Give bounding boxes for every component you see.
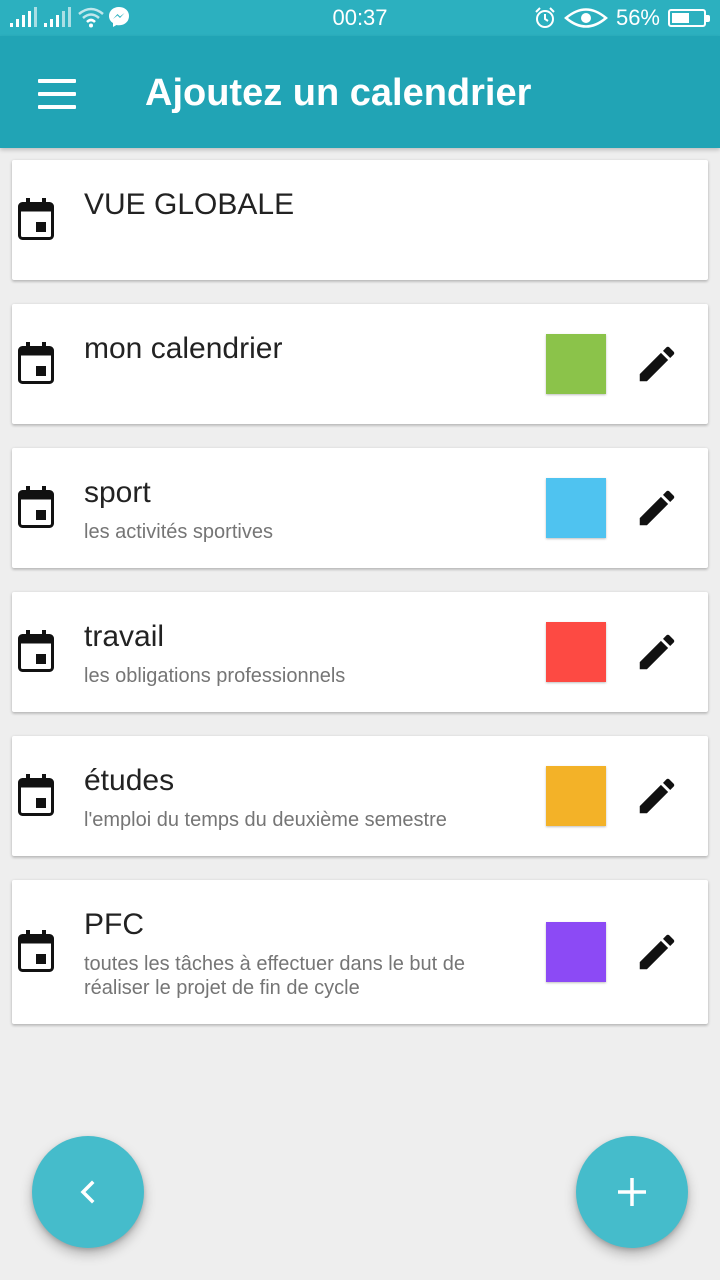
calendar-card[interactable]: travail les obligations professionnels — [12, 592, 708, 712]
calendar-description: les obligations professionnels — [84, 665, 346, 687]
calendar-list: VUE GLOBALE mon calendrier sport les acti… — [12, 160, 708, 1048]
status-icons-right: 56% — [534, 5, 710, 31]
calendar-icon — [18, 198, 54, 240]
add-calendar-button[interactable] — [576, 1136, 688, 1248]
status-bar: 00:37 56% — [0, 0, 720, 36]
calendar-title: études — [84, 764, 175, 797]
calendar-card[interactable]: sport les activités sportives — [12, 448, 708, 568]
calendar-card[interactable]: VUE GLOBALE — [12, 160, 708, 280]
calendar-icon — [18, 630, 54, 672]
calendar-card[interactable]: mon calendrier — [12, 304, 708, 424]
battery-percent: 56% — [615, 5, 660, 30]
calendar-icon — [18, 930, 54, 972]
calendar-title: travail — [84, 620, 165, 653]
calendar-icon — [18, 486, 54, 528]
calendar-title: mon calendrier — [84, 332, 283, 365]
plus-icon — [618, 1178, 646, 1206]
calendar-color-swatch — [546, 766, 606, 826]
menu-icon[interactable] — [28, 70, 84, 116]
edit-icon[interactable] — [634, 773, 680, 819]
back-button[interactable] — [32, 1136, 144, 1248]
calendar-color-swatch — [546, 334, 606, 394]
eye-icon — [564, 8, 608, 28]
calendar-color-swatch — [546, 478, 606, 538]
edit-icon[interactable] — [634, 341, 680, 387]
calendar-description: les activités sportives — [84, 521, 273, 543]
edit-icon[interactable] — [634, 929, 680, 975]
calendar-icon — [18, 774, 54, 816]
edit-icon[interactable] — [634, 629, 680, 675]
battery-icon — [668, 9, 710, 27]
calendar-color-swatch — [546, 922, 606, 982]
calendar-description: l'emploi du temps du deuxième semestre — [84, 809, 447, 831]
alarm-icon — [535, 7, 555, 28]
app-bar: Ajoutez un calendrier — [0, 36, 720, 148]
edit-icon[interactable] — [634, 485, 680, 531]
battery-fill — [672, 13, 689, 23]
chevron-left-icon — [80, 1180, 95, 1204]
calendar-description: toutes les tâches à effectuer dans le bu… — [84, 953, 465, 999]
page-title: Ajoutez un calendrier — [145, 72, 532, 114]
calendar-title: PFC — [84, 908, 144, 941]
calendar-icon — [18, 342, 54, 384]
calendar-title: VUE GLOBALE — [84, 188, 295, 221]
calendar-title: sport — [84, 476, 151, 509]
calendar-color-swatch — [546, 622, 606, 682]
calendar-card[interactable]: études l'emploi du temps du deuxième seme… — [12, 736, 708, 856]
calendar-card[interactable]: PFC toutes les tâches à effectuer dans le… — [12, 880, 708, 1024]
